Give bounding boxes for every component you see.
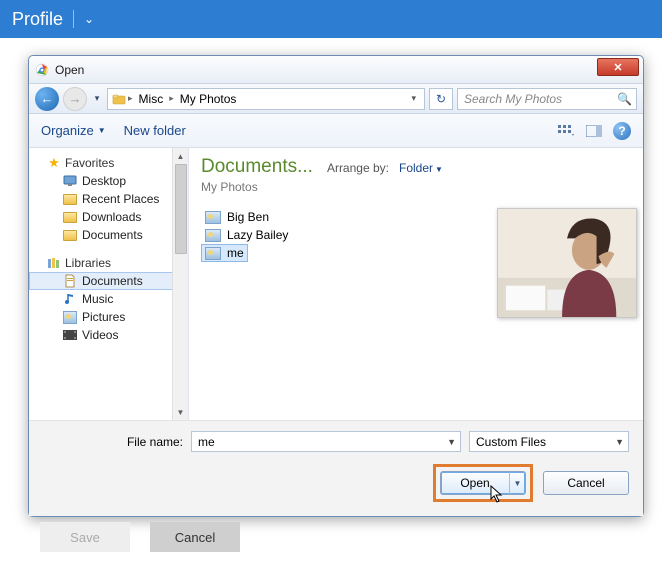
titlebar: Open ✕ <box>29 56 643 84</box>
search-icon: 🔍 <box>617 92 632 106</box>
scroll-up-icon[interactable]: ▲ <box>173 148 188 164</box>
filetype-dropdown[interactable]: Custom Files ▼ <box>469 431 629 452</box>
sidebar-item-lib-pictures[interactable]: Pictures <box>29 308 188 326</box>
page-cancel-button[interactable]: Cancel <box>150 522 240 552</box>
sidebar-item-lib-music[interactable]: Music <box>29 290 188 308</box>
profile-divider <box>73 10 74 28</box>
open-split-dropdown[interactable]: ▼ <box>509 472 525 494</box>
nav-back-button[interactable]: ← <box>35 87 59 111</box>
location-sub: My Photos <box>201 180 481 194</box>
location-header: Documents... Arrange by: Folder▼ <box>201 156 481 178</box>
videos-icon <box>63 328 77 342</box>
sidebar-item-lib-documents[interactable]: Documents <box>29 272 188 290</box>
page-buttons: Save Cancel <box>40 522 240 552</box>
preview-image <box>497 208 637 318</box>
help-button[interactable]: ? <box>613 122 631 140</box>
breadcrumb-dropdown-icon[interactable]: ▾ <box>407 93 420 104</box>
filename-input[interactable]: me ▼ <box>191 431 461 452</box>
refresh-button[interactable]: ↻ <box>429 88 453 110</box>
location-label: Documents... <box>201 156 313 178</box>
open-button[interactable]: Open ▼ <box>440 471 526 495</box>
sidebar-item-lib-videos[interactable]: Videos <box>29 326 188 344</box>
libraries-icon <box>47 256 61 270</box>
chrome-icon <box>35 63 49 77</box>
libraries-label: Libraries <box>65 256 111 270</box>
desktop-icon <box>63 174 77 188</box>
refresh-icon: ↻ <box>436 92 446 106</box>
downloads-icon <box>63 210 77 224</box>
scroll-down-icon[interactable]: ▼ <box>173 404 188 420</box>
open-button-highlight: Open ▼ <box>433 464 533 502</box>
dialog-title: Open <box>55 63 84 77</box>
dialog-bottom: File name: me ▼ Custom Files ▼ Open ▼ Ca… <box>29 420 643 516</box>
sidebar: ★ Favorites Desktop Recent Places Downlo… <box>29 148 189 420</box>
profile-label[interactable]: Profile <box>12 9 63 30</box>
nav-forward-button: → <box>63 87 87 111</box>
close-button[interactable]: ✕ <box>597 58 639 76</box>
page-save-button: Save <box>40 522 130 552</box>
new-folder-label: New folder <box>124 123 186 138</box>
image-file-icon <box>205 211 221 224</box>
pictures-icon <box>63 310 77 324</box>
toolbar: Organize ▼ New folder ? <box>29 114 643 148</box>
music-icon <box>63 292 77 306</box>
filetype-value: Custom Files <box>476 435 546 449</box>
nav-history-dropdown[interactable]: ▾ <box>91 93 103 104</box>
organize-label: Organize <box>41 123 94 138</box>
new-folder-button[interactable]: New folder <box>124 123 186 138</box>
file-item[interactable]: Lazy Bailey <box>201 226 292 244</box>
filename-value: me <box>198 435 215 449</box>
star-icon: ★ <box>47 156 61 170</box>
favorites-label: Favorites <box>65 156 114 170</box>
recent-icon <box>63 192 77 206</box>
open-dialog: Open ✕ ← → ▾ ▸ Misc ▸ My Photos ▾ ↻ Sear… <box>28 55 644 517</box>
cancel-label: Cancel <box>567 476 604 490</box>
chevron-down-icon: ▼ <box>98 126 106 135</box>
main-pane: Documents... Arrange by: Folder▼ My Phot… <box>189 148 643 420</box>
sidebar-scrollbar[interactable]: ▲ ▼ <box>172 148 188 420</box>
arrange-by-dropdown[interactable]: Folder▼ <box>399 161 443 175</box>
view-mode-button[interactable] <box>557 122 575 140</box>
chevron-right-icon: ▸ <box>128 93 133 104</box>
scroll-thumb[interactable] <box>175 164 187 254</box>
document-lib-icon <box>63 274 77 288</box>
sidebar-libraries-header[interactable]: Libraries <box>29 254 188 272</box>
file-list[interactable]: Documents... Arrange by: Folder▼ My Phot… <box>189 148 493 420</box>
chevron-right-icon: ▸ <box>169 93 174 104</box>
cancel-button[interactable]: Cancel <box>543 471 629 495</box>
file-item[interactable]: Big Ben <box>201 208 273 226</box>
chevron-down-icon[interactable]: ▼ <box>615 437 624 447</box>
arrow-right-icon: → <box>69 91 82 106</box>
arrange-by-label: Arrange by: <box>327 161 389 175</box>
sidebar-item-desktop[interactable]: Desktop <box>29 172 188 190</box>
close-icon: ✕ <box>613 61 622 74</box>
profile-bar: Profile ⌄ <box>0 0 662 38</box>
breadcrumb-seg-myphotos[interactable]: My Photos <box>176 92 241 106</box>
image-file-icon <box>205 229 221 242</box>
arrow-left-icon: ← <box>41 91 54 106</box>
help-icon: ? <box>618 124 625 138</box>
sidebar-item-recent[interactable]: Recent Places <box>29 190 188 208</box>
folder-icon <box>112 92 126 106</box>
documents-icon <box>63 228 77 242</box>
preview-pane-button[interactable] <box>585 122 603 140</box>
profile-caret-icon[interactable]: ⌄ <box>84 12 94 26</box>
breadcrumb[interactable]: ▸ Misc ▸ My Photos ▾ <box>107 88 425 110</box>
organize-menu[interactable]: Organize ▼ <box>41 123 106 138</box>
file-item-selected[interactable]: me <box>201 244 248 262</box>
image-file-icon <box>205 247 221 260</box>
sidebar-item-downloads[interactable]: Downloads <box>29 208 188 226</box>
sidebar-favorites-header[interactable]: ★ Favorites <box>29 154 188 172</box>
search-placeholder: Search My Photos <box>464 92 562 106</box>
preview-pane <box>493 148 643 420</box>
dialog-body: ★ Favorites Desktop Recent Places Downlo… <box>29 148 643 420</box>
filename-label: File name: <box>43 435 183 449</box>
chevron-down-icon[interactable]: ▼ <box>447 437 456 447</box>
navbar: ← → ▾ ▸ Misc ▸ My Photos ▾ ↻ Search My P… <box>29 84 643 114</box>
breadcrumb-seg-misc[interactable]: Misc <box>135 92 168 106</box>
open-label: Open <box>460 476 489 490</box>
search-input[interactable]: Search My Photos 🔍 <box>457 88 637 110</box>
sidebar-item-documents[interactable]: Documents <box>29 226 188 244</box>
chevron-down-icon: ▼ <box>435 165 443 174</box>
